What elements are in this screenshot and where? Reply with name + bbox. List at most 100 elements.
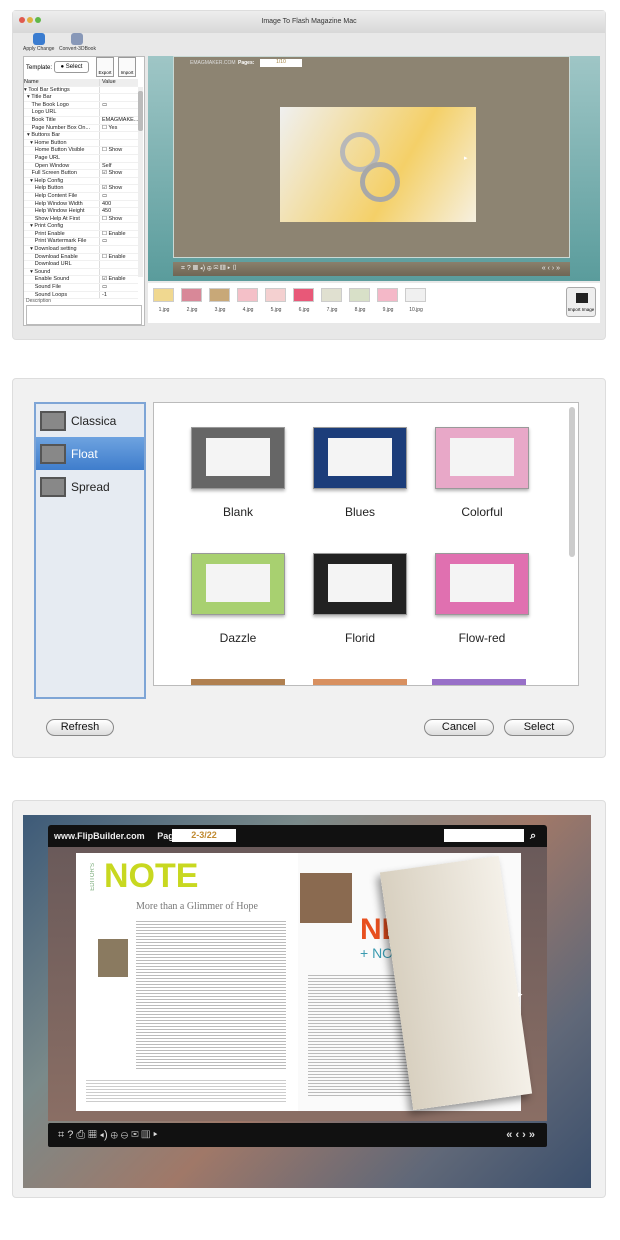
page-thumbnail[interactable]	[181, 288, 202, 302]
template-flow-red[interactable]: Flow-red	[435, 553, 529, 645]
apply-change-button[interactable]: Apply Change	[23, 33, 54, 52]
tree-row[interactable]: Help Window Width 400	[24, 200, 138, 209]
template-blues[interactable]: Blues	[313, 427, 407, 519]
tree-row[interactable]: ▾ Home Button	[24, 139, 138, 148]
setting-value[interactable]: ☑ Show	[99, 185, 138, 192]
tree-row[interactable]: Help Content File ▭	[24, 192, 138, 201]
import-image-button[interactable]: Import Image	[566, 287, 596, 317]
page-thumbnail[interactable]	[265, 288, 286, 302]
setting-value[interactable]: Self	[99, 162, 138, 170]
import-button[interactable]: Import	[118, 57, 136, 77]
setting-value[interactable]: ☐ Show	[99, 215, 138, 223]
template-select-button[interactable]: ● Select	[54, 61, 89, 73]
layout-item-spread[interactable]: Spread	[36, 470, 144, 503]
control-icons[interactable]: ⌗ ? ▦ ◂) ⊕ ✉ ▥ ▸ ▯	[181, 265, 238, 272]
setting-value[interactable]: 450	[99, 208, 138, 215]
tree-row[interactable]: ▾ Title Bar	[24, 94, 138, 102]
tree-row[interactable]: Help Window Height 450	[24, 208, 138, 216]
export-button[interactable]: Export	[96, 57, 114, 77]
setting-value[interactable]	[99, 132, 138, 139]
page-thumbnail[interactable]	[209, 288, 230, 302]
tree-row[interactable]: Print Enable ☐ Enable	[24, 230, 138, 239]
page-thumbnail[interactable]	[377, 288, 398, 302]
tree-row[interactable]: Download Enable ☐ Enable	[24, 253, 138, 262]
setting-value[interactable]: ☐ Show	[99, 147, 138, 154]
tree-row[interactable]: The Book Logo ▭	[24, 101, 138, 110]
layout-item-float[interactable]: Float	[36, 437, 144, 470]
setting-value[interactable]: 400	[99, 200, 138, 208]
setting-value[interactable]: ▭	[99, 238, 138, 246]
tree-row[interactable]: ▾ Tool Bar Settings	[24, 86, 138, 95]
tree-scrollbar[interactable]	[138, 87, 143, 277]
page-thumbnail[interactable]	[153, 288, 174, 302]
setting-value[interactable]: ▭	[99, 192, 138, 200]
window-controls[interactable]	[19, 11, 43, 33]
page-thumbnail[interactable]	[293, 288, 314, 302]
select-button[interactable]: Select	[504, 719, 574, 736]
template-blank[interactable]: Blank	[191, 427, 285, 519]
setting-value[interactable]: ▭	[99, 101, 138, 109]
setting-value[interactable]: ☐ Enable	[99, 253, 138, 261]
pages-field[interactable]: 2-3/22	[172, 829, 236, 842]
tree-row[interactable]: ▾ Buttons Bar	[24, 132, 138, 140]
setting-value[interactable]: ☐ Yes	[99, 124, 138, 132]
cancel-button[interactable]: Cancel	[424, 719, 494, 736]
template-dazzle[interactable]: Dazzle	[191, 553, 285, 645]
tree-row[interactable]: ▾ Sound	[24, 268, 138, 277]
setting-value[interactable]	[99, 177, 138, 185]
setting-value[interactable]: EMAGMAKE...	[99, 116, 138, 124]
template-colorful[interactable]: Colorful	[435, 427, 529, 519]
page-thumbnail[interactable]	[321, 288, 342, 302]
prev-page-arrow[interactable]: ◂	[85, 989, 90, 1000]
tree-row[interactable]: Enable Sound ☑ Enable	[24, 276, 138, 285]
tree-row[interactable]: Print Wartermark File ▭	[24, 238, 138, 247]
tree-row[interactable]: Home Button Visible ☐ Show	[24, 147, 138, 155]
next-page-arrow[interactable]: ▸	[518, 989, 523, 1000]
tree-row[interactable]: Full Screen Button ☑ Show	[24, 170, 138, 178]
setting-value[interactable]: ☑ Show	[99, 170, 138, 177]
tree-row[interactable]: Page URL	[24, 154, 138, 163]
thumbnail-label: 7.jpg	[326, 307, 338, 313]
tree-row[interactable]: ▾ Help Config	[24, 177, 138, 186]
page-nav[interactable]: « ‹ › »	[506, 1123, 535, 1147]
setting-value[interactable]: ☐ Enable	[99, 230, 138, 238]
tree-row[interactable]: Open Window Self	[24, 162, 138, 171]
search-icon[interactable]: ⌕	[530, 825, 536, 847]
page-nav[interactable]: « ‹ › »	[542, 262, 560, 276]
page-thumbnail[interactable]	[237, 288, 258, 302]
setting-value[interactable]: -1	[99, 291, 138, 299]
setting-value[interactable]	[99, 246, 138, 253]
tree-row[interactable]: Book Title EMAGMAKE...	[24, 116, 138, 125]
tree-row[interactable]: Download URL	[24, 261, 138, 269]
setting-value[interactable]	[99, 154, 138, 162]
template-florid[interactable]: Florid	[313, 553, 407, 645]
pages-field[interactable]: 1/10	[260, 59, 302, 67]
grid-scrollbar[interactable]	[569, 407, 575, 557]
tree-row[interactable]: ▾ Print Config	[24, 223, 138, 231]
tree-row[interactable]: Show Help At First ☐ Show	[24, 215, 138, 224]
setting-value[interactable]	[99, 268, 138, 276]
setting-value[interactable]	[99, 261, 138, 268]
setting-value[interactable]: ☑ Enable	[99, 276, 138, 284]
setting-value[interactable]	[99, 109, 138, 116]
toolbar-icons[interactable]: ⌗ ? ⎙ ▦ ◂) ⊕ ⊖ ✉ ▥ ▸	[58, 1129, 157, 1141]
setting-value[interactable]	[99, 223, 138, 230]
setting-value[interactable]	[99, 94, 138, 101]
setting-name: ▾ Download setting	[24, 246, 77, 253]
setting-value[interactable]	[99, 139, 138, 147]
tree-row[interactable]: Sound File ▭	[24, 284, 138, 292]
search-input[interactable]	[444, 829, 524, 842]
tree-row[interactable]: Logo URL	[24, 109, 138, 117]
layout-item-classica[interactable]: Classica	[36, 404, 144, 437]
setting-value[interactable]	[99, 86, 138, 94]
next-page-arrow[interactable]: ▸	[464, 154, 468, 162]
convert-3dbook-button[interactable]: Convert-3DBook	[59, 33, 96, 52]
tree-row[interactable]: ▾ Download setting	[24, 246, 138, 254]
page-thumbnail[interactable]	[405, 288, 426, 302]
setting-value[interactable]: ▭	[99, 284, 138, 291]
refresh-button[interactable]: Refresh	[46, 719, 114, 736]
page-thumbnail[interactable]	[349, 288, 370, 302]
template-partial	[313, 679, 407, 685]
tree-row[interactable]: Page Number Box On... ☐ Yes	[24, 124, 138, 133]
tree-row[interactable]: Help Button ☑ Show	[24, 185, 138, 193]
